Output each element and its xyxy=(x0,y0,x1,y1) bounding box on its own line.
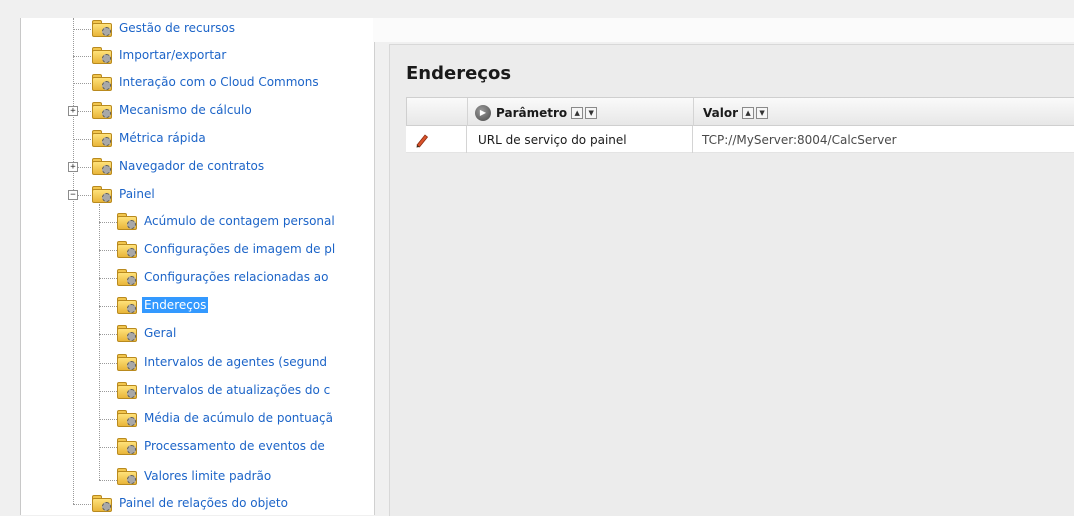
tree-item-label: Endereços xyxy=(142,297,209,313)
tree-item-label: Importar/exportar xyxy=(119,48,227,62)
tree-item-intervalos-atualizacoes[interactable]: Intervalos de atualizações do c xyxy=(116,380,332,400)
tree-item-importar-exportar[interactable]: Importar/exportar xyxy=(91,45,228,65)
column-header-param[interactable]: ▶ Parâmetro ▲ ▼ xyxy=(475,98,598,127)
sort-descending-icon[interactable]: ▼ xyxy=(585,106,598,119)
tree-item-label: Configurações relacionadas ao xyxy=(144,270,329,284)
sort-descending-icon[interactable]: ▼ xyxy=(756,106,769,119)
tree-item-metrica-rapida[interactable]: Métrica rápida xyxy=(91,128,208,148)
expand-icon[interactable]: + xyxy=(68,106,78,116)
content-top-strip xyxy=(373,18,1074,42)
settings-folder-icon xyxy=(91,157,113,175)
settings-folder-icon xyxy=(91,101,113,119)
page-title: Endereços xyxy=(406,63,512,84)
settings-folder-icon xyxy=(116,296,138,314)
tree-item-processamento-eventos[interactable]: Processamento de eventos de xyxy=(116,436,327,456)
tree-item-label: Painel de relações do objeto xyxy=(119,496,288,510)
column-header-value[interactable]: Valor ▲ ▼ xyxy=(703,98,769,127)
tree-item-label: Gestão de recursos xyxy=(119,21,235,35)
tree-scrollbar[interactable]: ▲ xyxy=(374,18,375,515)
content-panel: Endereços ▶ Parâmetro ▲ ▼ Valor ▲ ▼ URL … xyxy=(389,44,1074,516)
settings-folder-icon xyxy=(116,240,138,258)
tree-item-valores-limite[interactable]: Valores limite padrão xyxy=(116,466,273,486)
tree-item-painel-relacoes[interactable]: Painel de relações do objeto xyxy=(91,493,290,513)
tree-item-configuracoes-imagem[interactable]: Configurações de imagem de pl xyxy=(116,239,337,259)
tree-connector xyxy=(99,204,100,480)
settings-folder-icon xyxy=(116,381,138,399)
sort-ascending-icon[interactable]: ▲ xyxy=(571,106,584,119)
tree-item-label: Navegador de contratos xyxy=(119,159,265,173)
tree-item-label: Intervalos de atualizações do c xyxy=(144,383,331,397)
sort-ascending-icon[interactable]: ▲ xyxy=(742,106,755,119)
pencil-icon[interactable] xyxy=(414,132,430,148)
tree-item-label: Métrica rápida xyxy=(119,131,206,145)
column-header-value-label: Valor xyxy=(703,105,739,120)
sort-indicator-icon: ▶ xyxy=(475,104,491,121)
tree-item-mecanismo-de-calculo[interactable]: Mecanismo de cálculo xyxy=(91,100,254,120)
settings-folder-icon xyxy=(91,185,113,203)
settings-folder-icon xyxy=(91,494,113,512)
navigation-tree: Gestão de recursos Importar/exportar Int… xyxy=(20,18,375,515)
tree-item-intervalos-agentes[interactable]: Intervalos de agentes (segund xyxy=(116,352,329,372)
tree-item-gestao-de-recursos[interactable]: Gestão de recursos xyxy=(91,18,237,38)
settings-folder-icon xyxy=(91,19,113,37)
tree-connector xyxy=(73,18,74,504)
tree-item-label: Acúmulo de contagem personal xyxy=(144,214,335,228)
column-header-param-label: Parâmetro xyxy=(496,105,568,120)
tree-item-label: Média de acúmulo de pontuaçã xyxy=(144,411,334,425)
tree-item-configuracoes-relacionadas[interactable]: Configurações relacionadas ao xyxy=(116,267,331,287)
collapse-icon[interactable]: − xyxy=(68,190,78,200)
tree-item-acumulo-contagem[interactable]: Acúmulo de contagem personal xyxy=(116,211,337,231)
settings-folder-icon xyxy=(91,46,113,64)
table-row[interactable]: URL de serviço do painel TCP://MyServer:… xyxy=(406,126,1074,153)
tree-item-label: Processamento de eventos de xyxy=(144,439,325,453)
settings-folder-icon xyxy=(91,129,113,147)
tree-item-media-acumulo[interactable]: Média de acúmulo de pontuaçã xyxy=(116,408,335,428)
settings-folder-icon xyxy=(116,409,138,427)
settings-folder-icon xyxy=(116,268,138,286)
settings-folder-icon xyxy=(116,437,138,455)
settings-folder-icon xyxy=(116,353,138,371)
settings-folder-icon xyxy=(91,73,113,91)
tree-item-label: Mecanismo de cálculo xyxy=(119,103,252,117)
tree-item-geral[interactable]: Geral xyxy=(116,323,178,343)
tree-item-interacao-cloud-commons[interactable]: Interação com o Cloud Commons xyxy=(91,72,321,92)
cell-param: URL de serviço do painel xyxy=(478,132,627,147)
tree-item-label: Painel xyxy=(119,187,155,201)
tree-item-label: Valores limite padrão xyxy=(144,469,272,483)
tree-item-navegador-de-contratos[interactable]: Navegador de contratos xyxy=(91,156,266,176)
grid-header: ▶ Parâmetro ▲ ▼ Valor ▲ ▼ xyxy=(406,97,1074,127)
tree-item-painel[interactable]: Painel xyxy=(91,184,157,204)
settings-folder-icon xyxy=(116,212,138,230)
settings-folder-icon xyxy=(116,467,138,485)
tree-item-enderecos[interactable]: Endereços xyxy=(116,295,209,315)
tree-item-label: Configurações de imagem de pl xyxy=(144,242,336,256)
tree-item-label: Interação com o Cloud Commons xyxy=(119,75,319,89)
tree-item-label: Geral xyxy=(144,326,177,340)
cell-value: TCP://MyServer:8004/CalcServer xyxy=(702,132,897,147)
tree-item-label: Intervalos de agentes (segund xyxy=(144,355,328,369)
settings-folder-icon xyxy=(116,324,138,342)
expand-icon[interactable]: + xyxy=(68,162,78,172)
